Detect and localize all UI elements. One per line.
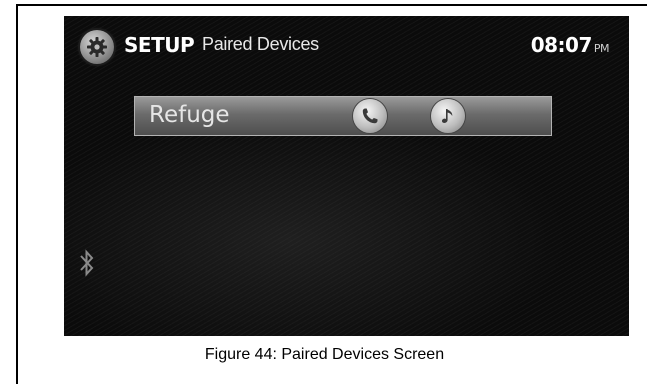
page-subtitle: Paired Devices	[202, 34, 319, 54]
phone-button[interactable]	[353, 99, 387, 133]
bluetooth-icon	[80, 249, 94, 277]
header-bar: SETUP Paired Devices 08:07 PM	[64, 16, 629, 76]
device-name: Refuge	[149, 102, 230, 128]
figure-caption: Figure 44: Paired Devices Screen	[204, 346, 445, 363]
clock-ampm: PM	[593, 42, 610, 55]
page-title: SETUP	[124, 33, 195, 57]
gear-icon	[87, 37, 107, 57]
music-note-icon	[441, 109, 453, 123]
clock-time: 08:07	[530, 33, 593, 57]
phone-icon	[362, 108, 378, 124]
paired-device-row[interactable]: Refuge	[134, 96, 552, 136]
clock: 08:07 PM	[530, 33, 610, 57]
settings-button[interactable]	[80, 30, 114, 64]
music-button[interactable]	[431, 99, 465, 133]
infotainment-screen: SETUP Paired Devices 08:07 PM Refuge	[64, 16, 629, 336]
